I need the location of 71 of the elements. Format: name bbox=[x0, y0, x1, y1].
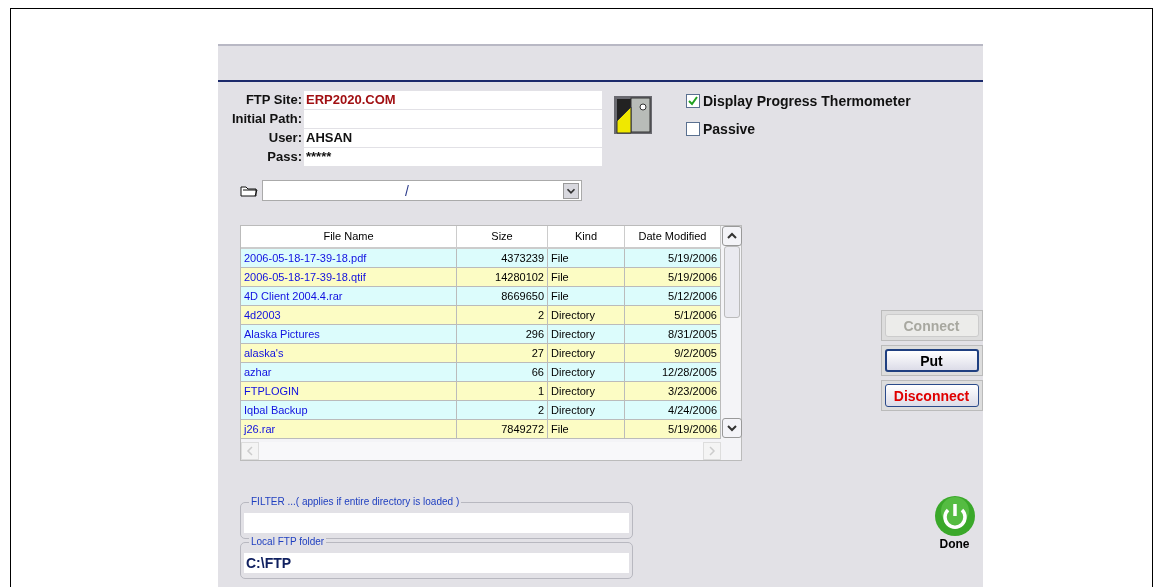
table-cell: File bbox=[548, 287, 625, 305]
table-cell: Directory bbox=[548, 363, 625, 381]
table-cell: 2006-05-18-17-39-18.pdf bbox=[241, 249, 457, 267]
table-cell: 14280102 bbox=[457, 268, 548, 286]
table-cell: 8/31/2005 bbox=[625, 325, 721, 343]
scroll-up-icon[interactable] bbox=[722, 226, 742, 246]
table-cell: 4/24/2006 bbox=[625, 401, 721, 419]
table-cell: 296 bbox=[457, 325, 548, 343]
action-button[interactable]: Disconnect bbox=[884, 384, 979, 407]
power-icon[interactable] bbox=[933, 495, 976, 537]
text-field[interactable] bbox=[304, 110, 602, 128]
table-cell: 7849272 bbox=[457, 420, 548, 438]
table-cell: 4373239 bbox=[457, 249, 548, 267]
folder-field[interactable]: C:\FTP bbox=[244, 553, 629, 573]
table-cell: 4d2003 bbox=[241, 306, 457, 324]
column-header[interactable]: Date Modified bbox=[625, 226, 721, 247]
chevron-down-icon[interactable] bbox=[563, 182, 579, 199]
field-legend: FILTER ...( applies if entire directory is loaded ) bbox=[249, 496, 462, 507]
table-cell: Directory bbox=[548, 401, 625, 419]
table-cell: 2 bbox=[457, 306, 548, 324]
table-cell: 5/12/2006 bbox=[625, 287, 721, 305]
table-cell: Directory bbox=[548, 325, 625, 343]
table-cell: 2 bbox=[457, 401, 548, 419]
checkbox-label: Display Progress Thermometer bbox=[703, 93, 911, 109]
action-button[interactable]: Put bbox=[884, 349, 979, 372]
field-label: Pass: bbox=[266, 148, 303, 166]
scrollbar-thumb[interactable] bbox=[724, 246, 740, 318]
folder-icon bbox=[240, 184, 258, 197]
table-cell: File bbox=[548, 420, 625, 438]
door-icon[interactable] bbox=[613, 95, 653, 135]
table-cell: 3/23/2006 bbox=[625, 382, 721, 400]
table-cell: 5/19/2006 bbox=[625, 249, 721, 267]
table-cell: 5/19/2006 bbox=[625, 420, 721, 438]
table-cell: 5/1/2006 bbox=[625, 306, 721, 324]
checkbox[interactable] bbox=[686, 122, 700, 136]
text-field[interactable]: AHSAN bbox=[304, 129, 602, 147]
table-cell: FTPLOGIN bbox=[241, 382, 457, 400]
table-cell: Alaska Pictures bbox=[241, 325, 457, 343]
field-label: Initial Path: bbox=[230, 110, 303, 128]
table-cell: 27 bbox=[457, 344, 548, 362]
field-label: FTP Site: bbox=[244, 91, 303, 109]
table-cell: 66 bbox=[457, 363, 548, 381]
table-cell: 2006-05-18-17-39-18.qtif bbox=[241, 268, 457, 286]
table-cell: File bbox=[548, 268, 625, 286]
column-header[interactable]: Size bbox=[457, 226, 548, 247]
field-legend: Local FTP folder bbox=[249, 536, 327, 547]
table-cell: Iqbal Backup bbox=[241, 401, 457, 419]
table-cell: alaska's bbox=[241, 344, 457, 362]
table-cell: 1 bbox=[457, 382, 548, 400]
checkbox-label: Passive bbox=[703, 121, 756, 137]
table-cell: azhar bbox=[241, 363, 457, 381]
table-cell: Directory bbox=[548, 344, 625, 362]
table-cell: 8669650 bbox=[457, 287, 548, 305]
scroll-down-icon[interactable] bbox=[722, 418, 742, 438]
table-cell: Directory bbox=[548, 306, 625, 324]
column-header[interactable]: File Name bbox=[241, 226, 457, 247]
column-header[interactable]: Kind bbox=[548, 226, 625, 247]
table-cell: 5/19/2006 bbox=[625, 268, 721, 286]
text-field[interactable]: ERP2020.COM bbox=[304, 91, 602, 109]
done-label: Done bbox=[939, 537, 970, 551]
field-label: User: bbox=[267, 129, 303, 147]
path-dropdown[interactable]: / bbox=[262, 180, 582, 201]
table-cell: File bbox=[548, 249, 625, 267]
table-cell: 4D Client 2004.4.rar bbox=[241, 287, 457, 305]
filter-field[interactable] bbox=[244, 513, 629, 533]
table-cell: 9/2/2005 bbox=[625, 344, 721, 362]
checkbox[interactable] bbox=[686, 94, 700, 108]
table-cell: Directory bbox=[548, 382, 625, 400]
table-cell: j26.rar bbox=[241, 420, 457, 438]
table-cell: 12/28/2005 bbox=[625, 363, 721, 381]
text-field[interactable]: ***** bbox=[304, 148, 602, 166]
